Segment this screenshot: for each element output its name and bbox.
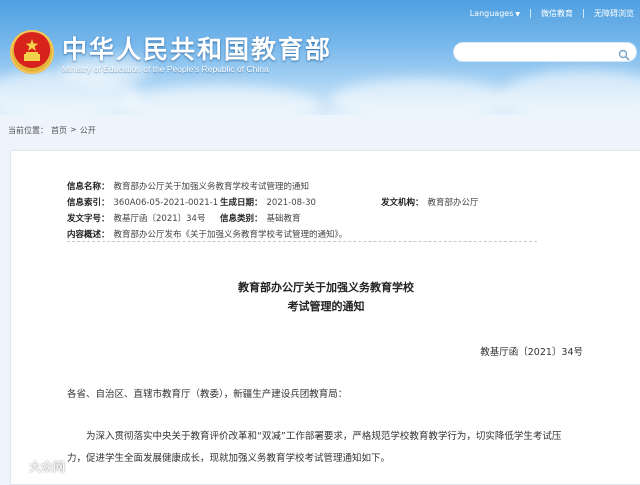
watermark-text: 大众网 xyxy=(29,460,66,474)
divider xyxy=(67,241,537,242)
info-value: 360A06-05-2021-0021-1 xyxy=(113,198,219,208)
languages-label: Languages xyxy=(469,9,514,18)
content-panel: 信息名称： 教育部办公厅关于加强义务教育学校考试管理的通知 信息索引： 360A06… xyxy=(10,150,640,485)
info-value: 教育部办公厅关于加强义务教育学校考试管理的通知 xyxy=(113,182,310,192)
info-value: 教育部办公厅发布《关于加强义务教育学校考试管理的通知》。 xyxy=(113,230,348,240)
search-icon[interactable] xyxy=(618,46,630,65)
breadcrumb-home[interactable]: 首页 xyxy=(51,125,67,136)
info-value: 教基厅函〔2021〕34号 xyxy=(113,214,206,224)
search-input[interactable] xyxy=(453,42,637,62)
info-label: 信息类别： xyxy=(220,214,263,224)
document-title-line2: 考试管理的通知 xyxy=(287,300,365,313)
info-row-doc-number: 发文字号： 教基厅函〔2021〕34号 xyxy=(67,211,205,227)
breadcrumb-public[interactable]: 公开 xyxy=(80,125,96,136)
document-paragraph: 为深入贯彻落实中央关于教育评价改革和“双减”工作部署要求，严格规范学校教育教学行… xyxy=(67,431,562,464)
site-subtitle: Ministry of Education of the People's Re… xyxy=(62,64,269,74)
national-emblem-icon xyxy=(10,30,54,74)
document-title-line1: 教育部办公厅关于加强义务教育学校 xyxy=(238,281,414,294)
info-row-index: 信息索引： 360A06-05-2021-0021-1 xyxy=(67,195,218,211)
breadcrumb: 当前位置： 首页 > 公开 xyxy=(8,125,96,136)
languages-menu[interactable]: Languages ▼ xyxy=(470,9,520,18)
info-row-date: 生成日期： 2021-08-30 xyxy=(220,195,316,211)
info-label: 生成日期： xyxy=(220,198,263,208)
info-row-category: 信息类别： 基础教育 xyxy=(220,211,301,227)
info-value: 教育部办公厅 xyxy=(427,198,479,208)
document-number: 教基厅函〔2021〕34号 xyxy=(480,347,583,358)
watermark: 大众网 xyxy=(12,458,65,475)
info-value: 基础教育 xyxy=(266,214,301,224)
info-label: 信息索引： xyxy=(67,198,110,208)
mobile-link[interactable]: 微信教育 xyxy=(541,8,573,19)
info-label: 发文机构： xyxy=(381,198,424,208)
top-links: Languages ▼ 微信教育 无障碍浏览 xyxy=(470,8,634,19)
info-label: 内容概述： xyxy=(67,230,110,240)
watermark-logo-icon xyxy=(12,458,26,475)
divider xyxy=(583,9,584,18)
site-title[interactable]: 中华人民共和国教育部 xyxy=(62,30,332,66)
divider xyxy=(530,9,531,18)
info-label: 发文字号： xyxy=(67,214,110,224)
breadcrumb-separator: > xyxy=(70,125,77,134)
info-label: 信息名称： xyxy=(67,182,110,192)
chevron-down-icon: ▼ xyxy=(515,11,520,18)
info-value: 2021-08-30 xyxy=(266,198,316,208)
site-header: Languages ▼ 微信教育 无障碍浏览 中华人民共和国教育部 Ministr… xyxy=(0,0,640,115)
accessibility-link[interactable]: 无障碍浏览 xyxy=(594,8,634,19)
info-row-issuer: 发文机构： 教育部办公厅 xyxy=(381,195,479,211)
breadcrumb-label: 当前位置： xyxy=(8,126,48,135)
info-row-name: 信息名称： 教育部办公厅关于加强义务教育学校考试管理的通知 xyxy=(67,179,309,195)
document-addressee: 各省、自治区、直辖市教育厅（教委），新疆生产建设兵团教育局： xyxy=(67,389,348,400)
